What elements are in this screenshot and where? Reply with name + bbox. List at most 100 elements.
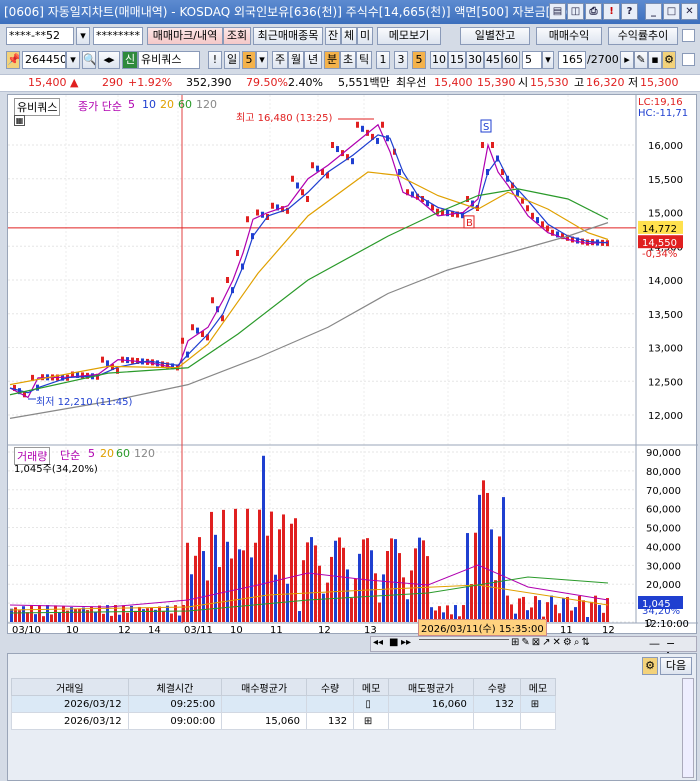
rewind-icon[interactable]: ◂◂	[373, 637, 383, 648]
minute-5-button[interactable]: 5	[412, 51, 426, 69]
high-label: 고	[574, 76, 585, 89]
memo-view-button[interactable]: 메모보기	[377, 27, 441, 45]
volume-bar	[22, 606, 25, 622]
candle	[181, 337, 184, 344]
minute-15-button[interactable]: 15	[448, 51, 466, 69]
chart-scroll-controls[interactable]: ◂◂ ■ ▸▸ ⊞✎⊠↗✕⚙⌕⇅ —−+A	[370, 636, 697, 663]
volume-bar	[354, 578, 357, 622]
speaker-icon[interactable]: ◂▸	[98, 51, 120, 69]
period-value-input[interactable]: 5	[522, 51, 542, 69]
query-button[interactable]: 조회	[223, 27, 251, 45]
col-sell-qty: 수량	[472, 678, 521, 696]
period-5-button[interactable]: 5	[242, 51, 256, 69]
volume-bar	[242, 550, 245, 622]
account-input[interactable]: ****-**52	[6, 27, 74, 45]
period-minute-button[interactable]: 분	[324, 51, 340, 69]
trade-profit-button[interactable]: 매매수익	[536, 27, 602, 45]
volume-bar	[410, 570, 413, 622]
time-axis-tick: 03/11	[184, 625, 213, 635]
draw-tool-icon[interactable]: ✎	[634, 51, 648, 69]
scroll-slider[interactable]	[419, 639, 509, 649]
volume-bar	[306, 542, 309, 622]
period-tick-button[interactable]: 틱	[356, 51, 372, 69]
table-row[interactable]: 2026/03/12 09:25:00 ▯ 16,060 132 ⊞	[11, 695, 557, 713]
minute-3-button[interactable]: 3	[394, 51, 408, 69]
chart-area[interactable]: 16,00015,50015,00014,50014,00013,50013,0…	[7, 94, 698, 636]
period-second-button[interactable]: 초	[340, 51, 356, 69]
help-icon[interactable]: ?	[621, 3, 638, 20]
price-legend-name[interactable]: 유비쿼스	[14, 98, 61, 116]
best-quote-label: 최우선	[396, 76, 427, 89]
period-dropdown-icon[interactable]: ▾	[256, 51, 268, 69]
stock-code-input[interactable]: 264450	[22, 51, 66, 69]
volume-bar	[58, 612, 61, 622]
unfilled-button[interactable]: 미	[357, 27, 373, 45]
option-checkbox[interactable]	[682, 53, 695, 66]
minute-60-button[interactable]: 60	[502, 51, 520, 69]
low-label: 저	[628, 76, 639, 89]
period-value-dropdown-icon[interactable]: ▾	[542, 51, 554, 69]
time-axis-tick: 11	[270, 625, 283, 635]
low-price: 15,300	[640, 76, 679, 89]
period-day-button[interactable]: 일	[224, 51, 240, 69]
memo-icon[interactable]: ▯	[353, 695, 390, 713]
search-icon[interactable]: 🔍	[82, 51, 96, 69]
alert-button[interactable]: !	[208, 51, 222, 69]
alert-icon[interactable]: !	[603, 3, 620, 20]
memo-add-icon[interactable]: ⊞	[353, 712, 390, 730]
hc-label: HC:-11,71	[638, 108, 689, 119]
volume-bar	[30, 605, 33, 622]
balance-button[interactable]: 잔	[325, 27, 341, 45]
ma5-label: 5	[128, 98, 135, 111]
volume-bar	[190, 574, 193, 622]
forward-icon[interactable]: ▸▸	[401, 637, 411, 648]
maximize-icon[interactable]: □	[663, 3, 680, 20]
open-price: 15,530	[530, 76, 569, 89]
daily-balance-button[interactable]: 일별잔고	[460, 27, 530, 45]
recent-trades-button[interactable]: 최근매매종목	[253, 27, 323, 45]
grid-icon[interactable]: ▦	[14, 115, 25, 126]
volume-bar	[274, 574, 277, 622]
executed-button[interactable]: 체	[341, 27, 357, 45]
return-checkbox[interactable]	[682, 29, 695, 42]
volume-bar	[362, 539, 365, 622]
period-year-button[interactable]: 년	[304, 51, 322, 69]
candle	[246, 216, 249, 223]
title-buttons: ▤ ◫ ⎙ ! ? _ □ ✕	[549, 3, 698, 20]
candle	[106, 360, 109, 367]
code-dropdown-icon[interactable]: ▾	[66, 51, 80, 69]
next-button[interactable]: 다음	[660, 657, 692, 675]
chart-canvas[interactable]: 16,00015,50015,00014,50014,00013,50013,0…	[8, 95, 698, 635]
volume-bar	[114, 605, 117, 622]
close-icon[interactable]: ✕	[681, 3, 698, 20]
return-trend-button[interactable]: 수익률추이	[608, 27, 678, 45]
memo-add-icon[interactable]: ⊞	[519, 695, 557, 713]
window-icon[interactable]: ◫	[567, 3, 584, 20]
account-dropdown-icon[interactable]: ▾	[76, 27, 90, 45]
pin-icon[interactable]: 📌	[6, 51, 20, 69]
print-icon[interactable]: ⎙	[585, 3, 602, 20]
panel-scrollbar[interactable]	[682, 678, 694, 778]
period-month-button[interactable]: 월	[288, 51, 304, 69]
tool-icons[interactable]: ⊞✎⊠↗✕⚙⌕⇅	[511, 637, 592, 648]
save-icon[interactable]: ▪	[648, 51, 662, 69]
volume-bar	[250, 557, 253, 622]
stop-icon[interactable]: ■	[389, 637, 398, 648]
table-row[interactable]: 2026/03/12 09:00:00 15,060 132 ⊞	[11, 712, 557, 730]
layout-icon[interactable]: ▤	[549, 3, 566, 20]
panel-settings-icon[interactable]: ⚙	[642, 657, 658, 675]
minute-30-button[interactable]: 30	[466, 51, 484, 69]
count-input[interactable]: 165	[558, 51, 586, 69]
settings-icon[interactable]: ⚙	[662, 51, 676, 69]
minute-45-button[interactable]: 45	[484, 51, 502, 69]
password-input[interactable]: ********	[93, 27, 143, 45]
trade-mark-button[interactable]: 매매마크/내역	[147, 27, 223, 45]
cell-sell-avg	[388, 712, 474, 730]
period-week-button[interactable]: 주	[272, 51, 288, 69]
minute-1-button[interactable]: 1	[376, 51, 390, 69]
cell-buy-qty	[306, 695, 355, 713]
minute-10-button[interactable]: 10	[430, 51, 448, 69]
volume-bar	[606, 598, 609, 622]
next-page-icon[interactable]: ▸	[620, 51, 634, 69]
minimize-icon[interactable]: _	[645, 3, 662, 20]
